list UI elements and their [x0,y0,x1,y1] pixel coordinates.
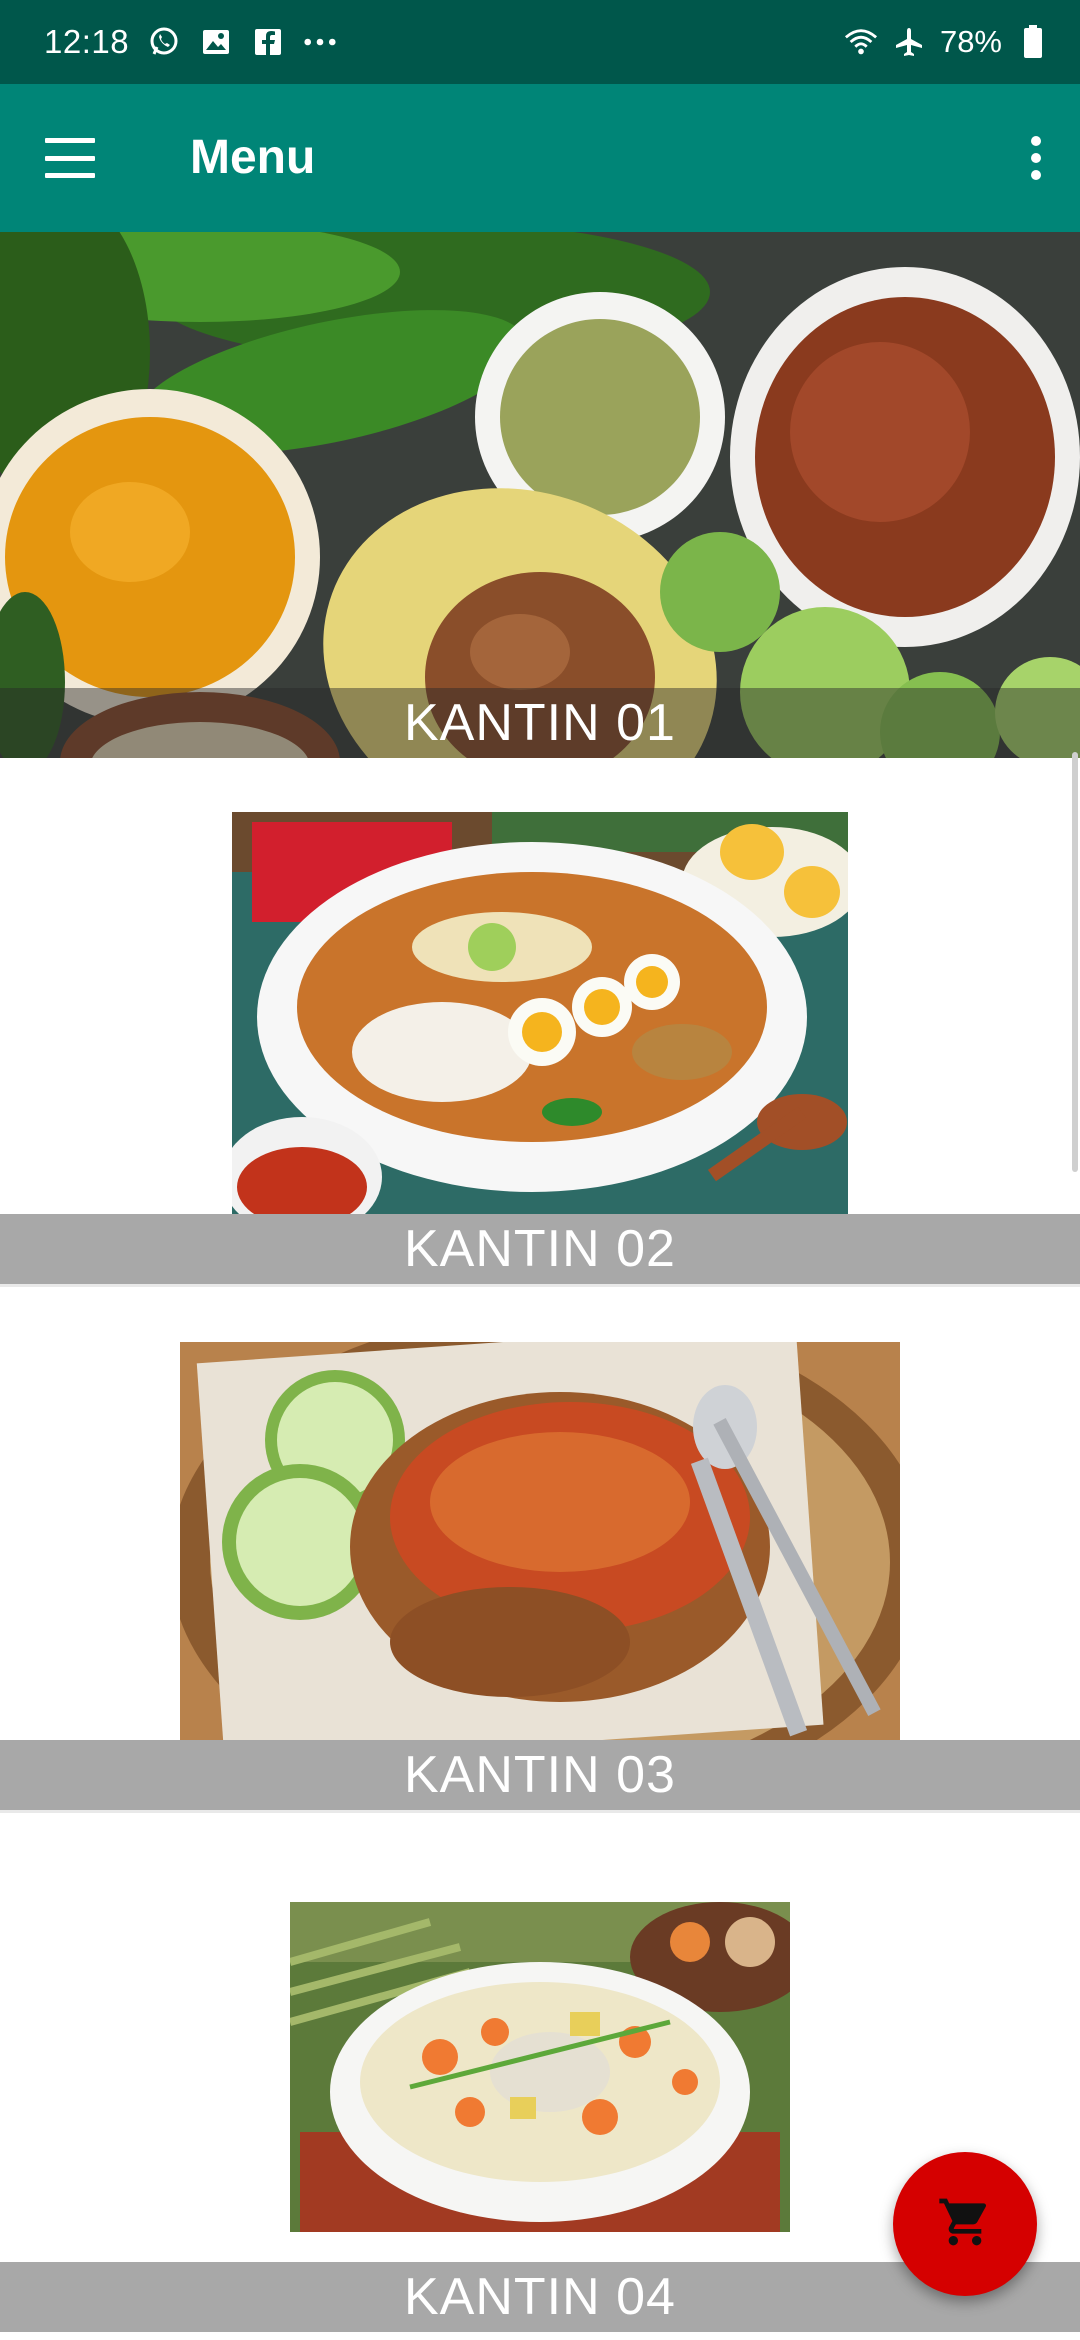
whatsapp-icon [147,25,181,59]
vegetable-soup-photo [290,1902,790,2232]
status-bar: 12:18 78% [0,0,1080,84]
more-dots-icon [303,25,337,59]
canteen-list[interactable]: KANTIN 01 KANTIN 02 KANTIN 03 KANTIN 04 [0,232,1080,2340]
airplane-icon [892,25,926,59]
status-time: 12:18 [44,23,130,60]
soto-noodle-soup-photo [232,812,848,1222]
gallery-icon [199,25,233,59]
shopping-cart-icon [937,2194,993,2255]
battery-icon [1016,25,1050,59]
canteen-label: KANTIN 03 [0,1740,1080,1810]
page-title: Menu [190,131,316,184]
canteen-card-02[interactable]: KANTIN 02 [0,758,1080,1284]
cart-fab-button[interactable] [893,2152,1037,2296]
canteen-label: KANTIN 02 [0,1214,1080,1284]
canteen-card-01[interactable]: KANTIN 01 [0,232,1080,758]
app-bar: Menu [0,84,1080,232]
hamburger-menu-icon[interactable] [42,132,98,184]
wifi-icon [844,25,878,59]
canteen-label: KANTIN 01 [0,688,1080,758]
battery-percent: 78% [939,24,1002,59]
healthy-ingredients-photo [0,232,1080,758]
canteen-card-03[interactable]: KANTIN 03 [0,1284,1080,1810]
scrollbar[interactable] [1072,752,1078,1172]
ayam-penyet-sambal-photo [180,1342,900,1746]
more-vert-icon[interactable] [1016,132,1056,184]
facebook-icon [251,25,285,59]
